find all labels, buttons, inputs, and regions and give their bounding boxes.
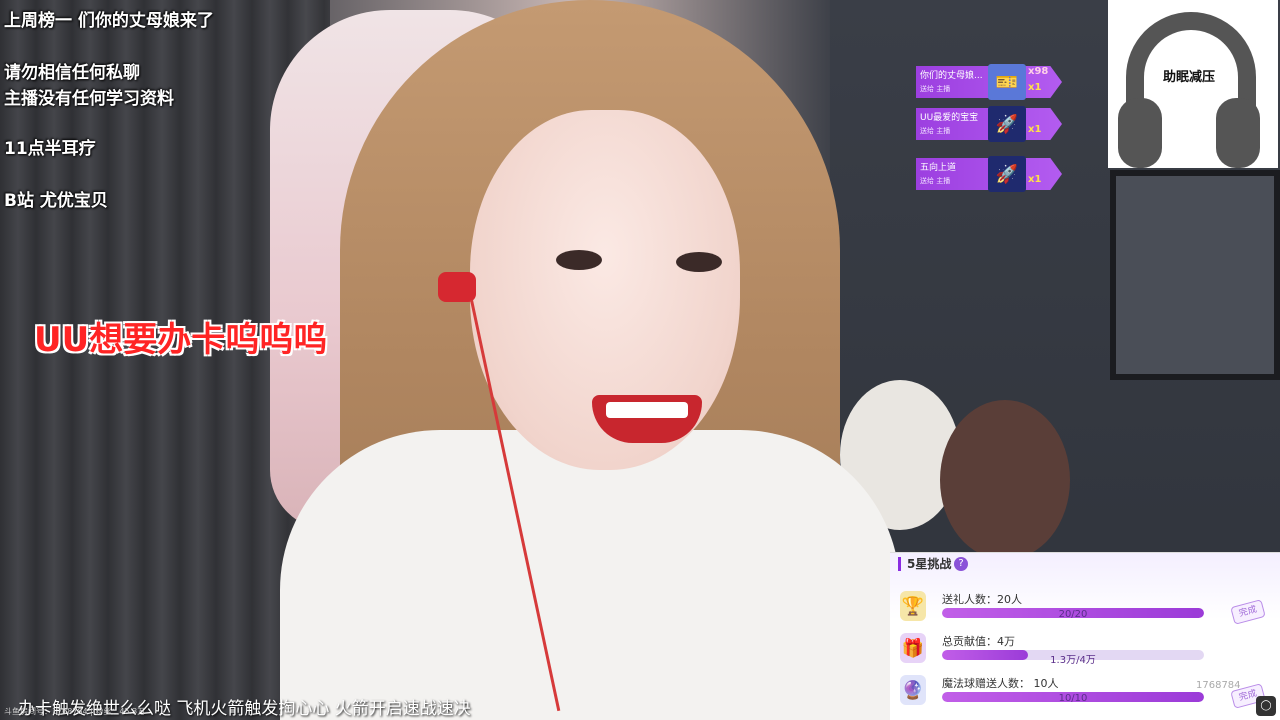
task-label: 送礼人数：20人 [942,593,1022,606]
overlay-line-5: B站 尤优宝贝 [4,191,108,211]
red-caption: UU想要办卡呜呜呜 [34,320,328,360]
logo-label: 助眠减压 [1163,70,1216,85]
gift-sub: 送给 主播 [920,127,951,135]
gift-count: x1 [1028,124,1042,135]
gift-sub: 送给 主播 [920,85,951,93]
task-value: 10/10 [1058,693,1088,704]
overlay-line-2: 请勿相信任何私聊 [4,63,140,83]
gift-notice: UU最爱的宝宝 送给 主播 🚀 x1 [916,106,1072,142]
watermark: 斗鱼房间号：1768784 | 粉丝：45.3万 [4,707,146,716]
gift-count: x1 [1028,82,1042,93]
gift-name: 你们的丈母娘... [920,71,983,81]
headphone-logo: 助眠减压 [1108,0,1278,168]
task-label: 总贡献值：4万 [942,635,1015,648]
task-value: 1.3万/4万 [1050,655,1096,666]
plush-doll [940,400,1070,560]
challenge-panel: 5星挑战 ? 🏆 送礼人数：20人 20/20 完成 🎁 总贡献值：4万 1.3… [890,552,1280,720]
streamer-shirt [280,430,900,720]
rocket-icon: 🚀 [988,156,1026,192]
gift-name: UU最爱的宝宝 [920,113,979,123]
ticket-icon: 🎫 [988,64,1026,100]
record-button[interactable]: ◯ [1256,696,1276,716]
teeth [606,402,688,418]
challenge-task: 🎁 总贡献值：4万 1.3万/4万 [890,631,1280,673]
wall-frame [1110,170,1280,380]
overlay-line-3: 主播没有任何学习资料 [4,89,174,109]
room-id: 1768784 [1196,680,1241,691]
right-eye [676,252,722,272]
challenge-title: 5星挑战 [898,557,951,571]
gift-count-top: x98 [1028,66,1049,77]
gift-notice: 你们的丈母娘... 送给 主播 🎫 x98 x1 [916,64,1072,100]
gift-count: x1 [1028,174,1042,185]
left-eye [556,250,602,270]
gift-box-icon: 🎁 [900,633,926,663]
trophy-icon: 🏆 [900,591,926,621]
rocket-icon: 🚀 [988,106,1026,142]
task-label: 魔法球赠送人数： 10人 [942,677,1059,690]
earbud [438,272,476,302]
overlay-line-1: 上周榜一 们你的丈母娘来了 [4,11,214,31]
magic-ball-icon: 🔮 [900,675,926,705]
challenge-task: 🏆 送礼人数：20人 20/20 完成 [890,589,1280,631]
gift-notice: 五向上道 送给 主播 🚀 x1 [916,156,1072,192]
done-stamp: 完成 [1230,599,1266,625]
task-value: 20/20 [1058,609,1088,620]
overlay-line-4: 11点半耳疗 [4,139,96,159]
help-icon[interactable]: ? [954,557,968,571]
gift-sub: 送给 主播 [920,177,951,185]
gift-name: 五向上道 [920,163,957,173]
